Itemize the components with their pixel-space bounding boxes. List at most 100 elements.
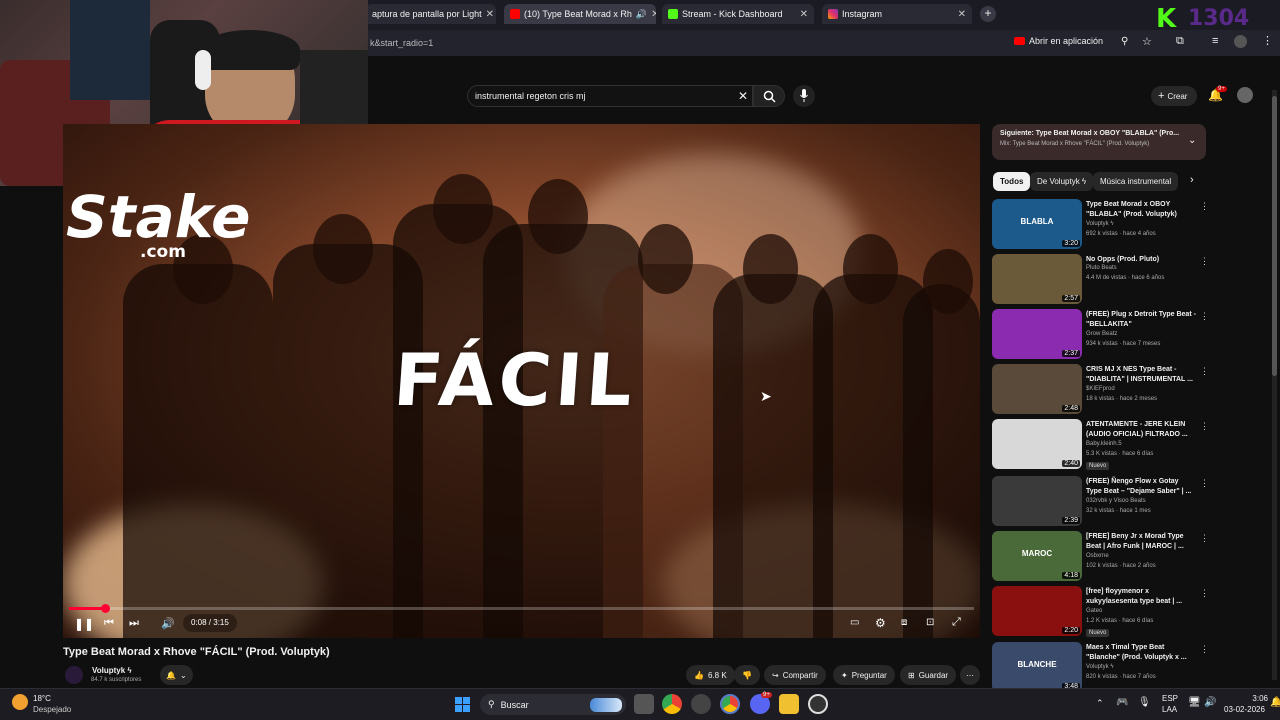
recommendation-title[interactable]: CRIS MJ X NES Type Beat - "DIABLITA" | I… xyxy=(1086,365,1196,385)
chevron-up-icon[interactable]: ⌃ xyxy=(1096,698,1104,709)
network-icon[interactable]: 🖥 xyxy=(1188,697,1201,708)
save-button[interactable]: ⊞ Guardar xyxy=(900,665,957,685)
previous-icon[interactable]: ⏮ xyxy=(104,617,114,630)
media-icon[interactable]: ≡ xyxy=(1212,35,1218,47)
more-options-icon[interactable]: ⋮ xyxy=(1200,644,1209,655)
recommendation-title[interactable]: No Opps (Prod. Pluto) xyxy=(1086,255,1196,265)
taskbar-search[interactable]: ⚲ Buscar xyxy=(480,694,626,715)
settings-gear-icon[interactable]: ⚙ xyxy=(875,616,886,630)
dislike-button[interactable]: 👎 xyxy=(734,665,760,685)
chevron-down-icon[interactable]: ⌄ xyxy=(1188,135,1196,146)
keyboard-layout[interactable]: LAA xyxy=(1162,705,1177,714)
up-next-panel[interactable]: Siguiente: Type Beat Morad x OBOY "BLABL… xyxy=(992,124,1206,160)
recommendation-channel[interactable]: Gateo xyxy=(1086,608,1102,614)
voice-search-button[interactable] xyxy=(793,85,815,107)
close-icon[interactable]: ✕ xyxy=(651,9,656,20)
weather-temp[interactable]: 18°C xyxy=(33,694,51,703)
video-thumbnail[interactable]: 2:57 xyxy=(992,254,1082,304)
clock-time[interactable]: 3:06 xyxy=(1226,694,1268,703)
search-button[interactable] xyxy=(753,85,785,107)
menu-icon[interactable]: ⋮ xyxy=(1262,34,1273,47)
chip-all[interactable]: Todos xyxy=(993,172,1031,191)
chrome-icon[interactable] xyxy=(662,694,682,714)
recommendation-item[interactable]: 2:40 ATENTAMENTE - JERE KLEIN (AUDIO OFIC… xyxy=(992,419,1212,471)
recommendation-item[interactable]: BLABLA 3:20 Type Beat Morad x OBOY "BLABLA… xyxy=(992,199,1212,251)
search-box[interactable]: instrumental regeton cris mj ✕ xyxy=(467,85,753,107)
notification-icon[interactable]: 🔔 xyxy=(1270,697,1280,708)
ask-button[interactable]: ✦ Preguntar xyxy=(833,665,895,685)
more-options-icon[interactable]: ⋮ xyxy=(1200,366,1209,377)
recommendation-item[interactable]: 2:48 CRIS MJ X NES Type Beat - "DIABLITA"… xyxy=(992,364,1212,416)
recommendation-title[interactable]: (FREE) Plug x Detroit Type Beat - "BELLA… xyxy=(1086,310,1196,330)
video-thumbnail[interactable]: 2:37 xyxy=(992,309,1082,359)
media-player-icon[interactable] xyxy=(808,694,828,714)
file-explorer-icon[interactable] xyxy=(779,694,799,714)
task-view-icon[interactable] xyxy=(634,694,654,714)
recommendation-title[interactable]: [free] floyymenor x xukyylasesenta type … xyxy=(1086,587,1196,607)
recommendation-item[interactable]: 2:20 [free] floyymenor x xukyylasesenta t… xyxy=(992,586,1212,638)
subtitles-icon[interactable]: ▭ xyxy=(850,617,859,628)
recommendation-title[interactable]: [FREE] Beny Jr x Morad Type Beat | Afro … xyxy=(1086,532,1196,552)
recommendation-item[interactable]: 2:39 (FREE) Ñengo Flow x Gotay Type Beat … xyxy=(992,476,1212,528)
chevron-right-icon[interactable]: › xyxy=(1190,174,1194,186)
language-indicator[interactable]: ESP xyxy=(1162,694,1178,703)
recommendation-title[interactable]: Maes x Timal Type Beat "Blanche" (Prod. … xyxy=(1086,643,1196,663)
more-options-icon[interactable]: ⋮ xyxy=(1200,588,1209,599)
more-options-icon[interactable]: ⋮ xyxy=(1200,256,1209,267)
video-thumbnail[interactable]: 2:48 xyxy=(992,364,1082,414)
recommendation-channel[interactable]: Voluptyk ϟ xyxy=(1086,221,1114,227)
game-controller-icon[interactable]: 🎮 xyxy=(1116,697,1128,708)
chip-instrumental[interactable]: Música instrumental xyxy=(1093,172,1179,191)
weather-icon[interactable] xyxy=(12,694,28,710)
clock-date[interactable]: 03-02-2026 xyxy=(1224,705,1265,714)
tab-kick[interactable]: Stream - Kick Dashboard ✕ xyxy=(662,4,814,24)
share-button[interactable]: ↪ Compartir xyxy=(764,665,826,685)
recommendation-item[interactable]: 2:57 No Opps (Prod. Pluto) Pluto Beats 4.4 … xyxy=(992,254,1212,306)
recommendation-channel[interactable]: $KIEFprod xyxy=(1086,386,1115,392)
video-thumbnail[interactable]: 2:20 xyxy=(992,586,1082,636)
more-options-icon[interactable]: ⋮ xyxy=(1200,421,1209,432)
close-icon[interactable]: ✕ xyxy=(486,9,494,20)
recommendation-title[interactable]: Type Beat Morad x OBOY "BLABLA" (Prod. V… xyxy=(1086,200,1196,220)
video-thumbnail[interactable]: 2:40 xyxy=(992,419,1082,469)
recommendation-channel[interactable]: 032rvbk y Visoo Beats xyxy=(1086,498,1146,504)
more-options-icon[interactable]: ⋮ xyxy=(1200,478,1209,489)
volume-icon[interactable]: 🔊 xyxy=(161,617,175,630)
close-icon[interactable]: ✕ xyxy=(800,9,808,20)
create-button[interactable]: + Crear xyxy=(1151,86,1197,106)
close-icon[interactable]: ✕ xyxy=(958,9,966,20)
more-actions-button[interactable]: ⋯ xyxy=(960,665,980,685)
tab-screenshot[interactable]: aptura de pantalla por Light ✕ xyxy=(366,4,496,24)
video-thumbnail[interactable]: BLABLA 3:20 xyxy=(992,199,1082,249)
recommendation-channel[interactable]: Grow Beatz xyxy=(1086,331,1117,337)
profile-avatar[interactable] xyxy=(1234,35,1247,48)
zoom-icon[interactable]: ⚲ xyxy=(1121,36,1128,47)
channel-name[interactable]: Voluptyk ϟ xyxy=(92,666,132,675)
recommendation-channel[interactable]: Voluptyk ϟ xyxy=(1086,664,1114,670)
extensions-icon[interactable]: ⧉ xyxy=(1176,35,1184,48)
recommendation-title[interactable]: (FREE) Ñengo Flow x Gotay Type Beat – "D… xyxy=(1086,477,1196,497)
miniplayer-icon[interactable]: ⧈ xyxy=(901,617,907,628)
new-tab-button[interactable]: + xyxy=(980,6,996,22)
progress-track[interactable] xyxy=(69,607,974,610)
tab-instagram[interactable]: Instagram ✕ xyxy=(822,4,972,24)
recommendation-item[interactable]: BLANCHE 3:48 Maes x Timal Type Beat "Blanc… xyxy=(992,642,1212,694)
chrome-active-icon[interactable] xyxy=(720,694,740,714)
fullscreen-icon[interactable]: ⤢ xyxy=(952,616,961,629)
clear-search-icon[interactable]: ✕ xyxy=(738,89,748,103)
tab-youtube[interactable]: (10) Type Beat Morad x Rh 🔊 ✕ xyxy=(504,4,656,24)
recommendation-title[interactable]: ATENTAMENTE - JERE KLEIN (AUDIO OFICIAL)… xyxy=(1086,420,1196,440)
speaker-icon[interactable]: 🔊 xyxy=(1204,697,1216,708)
subscription-bell-button[interactable]: 🔔 ⌄ xyxy=(160,665,193,685)
microphone-icon[interactable]: 🎙 xyxy=(1138,697,1151,708)
recommendation-item[interactable]: 2:37 (FREE) Plug x Detroit Type Beat - "B… xyxy=(992,309,1212,361)
scrollbar-thumb[interactable] xyxy=(1272,96,1277,376)
recommendation-channel[interactable]: Baby.kleinh.5 xyxy=(1086,441,1122,447)
recommendation-channel[interactable]: Pluto Beats xyxy=(1086,265,1117,271)
search-input[interactable]: instrumental regeton cris mj xyxy=(475,91,586,101)
bookmark-star-icon[interactable]: ☆ xyxy=(1142,35,1152,48)
more-options-icon[interactable]: ⋮ xyxy=(1200,201,1209,212)
channel-avatar[interactable] xyxy=(65,666,83,684)
url-text[interactable]: k&start_radio=1 xyxy=(370,38,433,48)
video-thumbnail[interactable]: MAROC 4:18 xyxy=(992,531,1082,581)
